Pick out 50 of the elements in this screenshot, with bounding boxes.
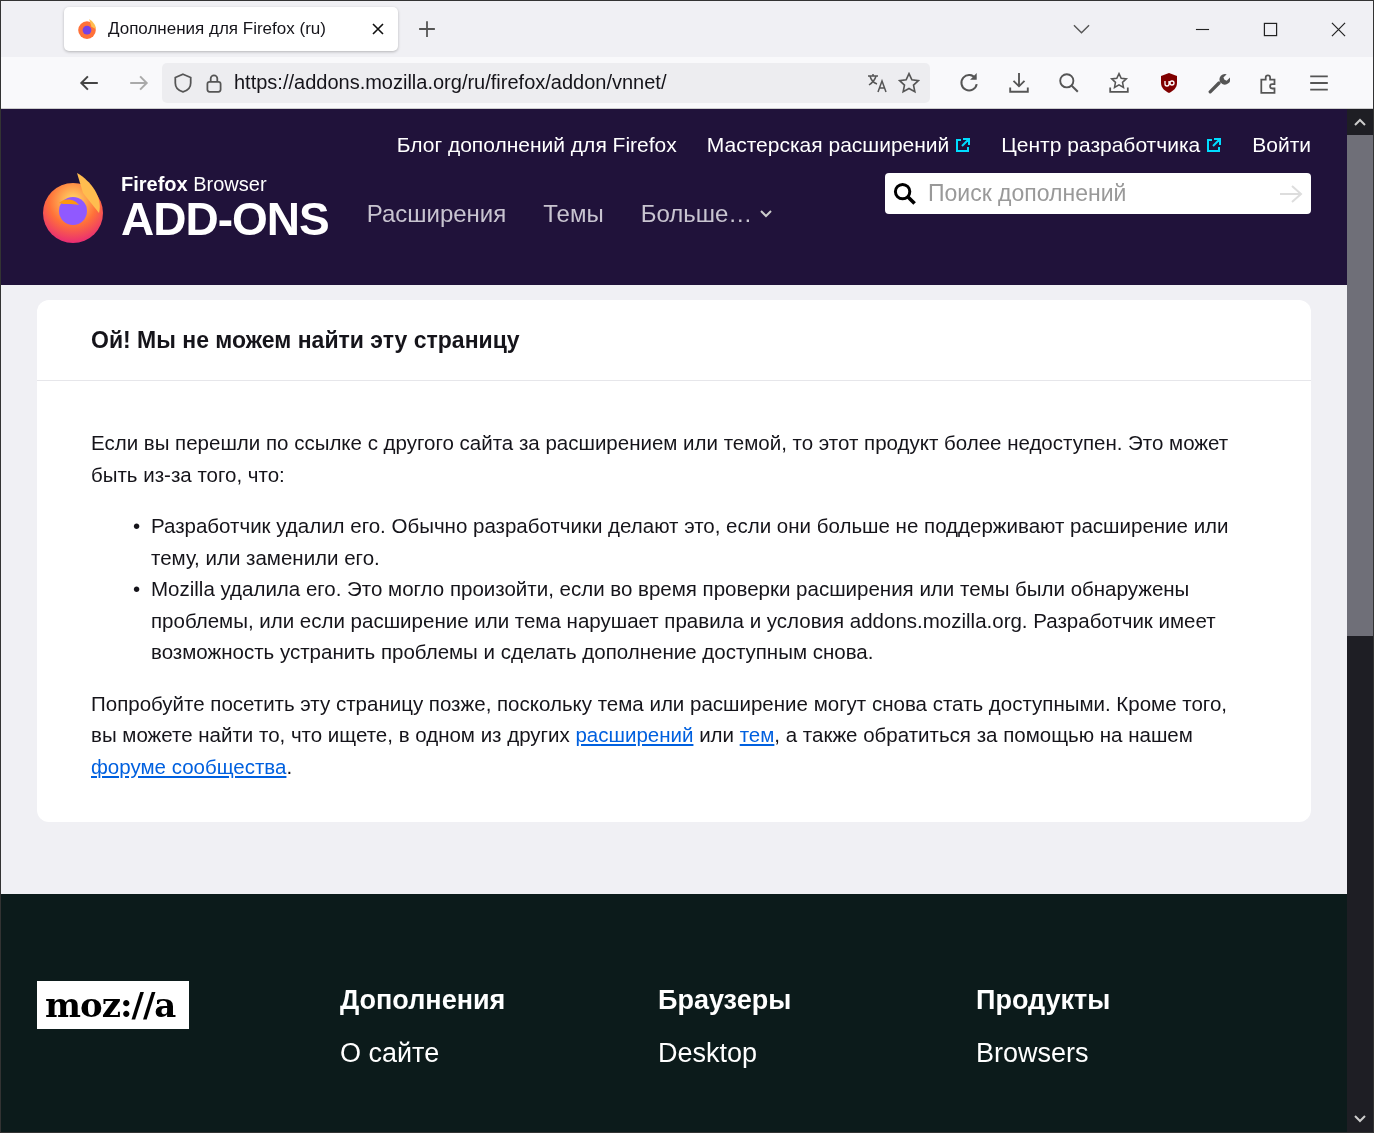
bullet-item: Разработчик удалил его. Обычно разработчики делают это, если они больше не поддерживают расширение или тему, или заменили его. [151, 513, 1230, 571]
reload-icon[interactable] [958, 71, 980, 94]
nav-link[interactable]: Больше… [640, 200, 773, 228]
nav-link[interactable]: Темы [543, 200, 604, 228]
url-text: https://addons.mozilla.org/ru/firefox/addon/vnnet/ [234, 71, 668, 94]
mozilla-logo[interactable]: moz://a [37, 981, 189, 1029]
firefox-logo-icon [76, 18, 98, 40]
header-link[interactable]: Войти [1252, 133, 1311, 157]
site-logo[interactable]: Firefox Browser ADD-ONS [121, 172, 329, 242]
search-field[interactable]: Поиск дополнений [885, 172, 1311, 214]
footer-link[interactable]: О сайте [340, 1038, 658, 1069]
maximize-icon[interactable] [1263, 21, 1278, 37]
footer-heading: Продукты [976, 985, 1112, 1016]
text-link[interactable]: тем [739, 723, 775, 746]
star-tray-icon[interactable] [1108, 71, 1130, 94]
scrollbar[interactable] [1347, 109, 1373, 1132]
shield-icon[interactable] [172, 71, 194, 94]
footer-link[interactable]: Desktop [658, 1038, 976, 1069]
close-icon[interactable] [372, 23, 384, 35]
footer-link[interactable]: Browsers [976, 1038, 1294, 1069]
star-icon[interactable] [898, 71, 920, 94]
header-link[interactable]: Блог дополнений для Firefox [396, 133, 677, 157]
new-tab-icon[interactable] [418, 20, 436, 38]
translate-icon[interactable] [867, 71, 889, 94]
header-link[interactable]: Центр разработчика [1001, 133, 1223, 157]
wrench-icon[interactable] [1208, 71, 1230, 94]
card-title: Ой! Мы не можем найти эту страницу [37, 300, 1311, 381]
download-icon[interactable] [1008, 71, 1030, 94]
text-link[interactable]: расширений [575, 723, 694, 746]
tab-title: Дополнения для Firefox (ru) [108, 19, 327, 39]
bullet-marker: • [133, 513, 142, 539]
text-link[interactable]: форуме сообщества [91, 754, 287, 778]
scroll-down-icon[interactable] [1354, 1115, 1366, 1123]
scrollbar-thumb[interactable] [1347, 135, 1373, 636]
bullet-item: Mozilla удалила его. Это могло произойти, если во время проверки расширения или темы были обнаружены проблемы, или если расширение или тема нарушает правила и условия addons.mozilla.org. Разработчик имеет возможность устранить проблемы и сделать дополнение доступным снова. [151, 576, 1217, 665]
browser-tab[interactable]: Дополнения для Firefox (ru) [64, 7, 398, 51]
close-icon[interactable] [1331, 21, 1346, 37]
footer-heading: Дополнения [340, 985, 507, 1016]
nav-link[interactable]: Расширения [366, 200, 507, 228]
footer-heading: Браузеры [658, 985, 793, 1016]
bullet-marker: • [133, 576, 142, 602]
closing-paragraph: Попробуйте посетить эту страницу позже, поскольку тема или расширение могут снова стать доступными. Кроме того, вы можете найти то, что ищете, в одном из других расширений или тем, а также обратиться за помощью на нашем форуме сообщества. [91, 690, 1228, 780]
header-link[interactable]: Мастерская расширений [706, 133, 972, 157]
search-icon [893, 181, 917, 206]
address-bar[interactable]: https://addons.mozilla.org/ru/firefox/addon/vnnet/ [162, 62, 930, 103]
chevron-down-icon[interactable] [1073, 24, 1090, 34]
intro-paragraph: Если вы перешли по ссылке с другого сайта за расширением или темой, то этот продукт более недоступен. Это может быть из-за того, что: [91, 430, 1230, 488]
scroll-up-icon[interactable] [1354, 118, 1366, 126]
shield-extension-icon[interactable] [1158, 71, 1180, 94]
search-icon[interactable] [1058, 71, 1080, 94]
